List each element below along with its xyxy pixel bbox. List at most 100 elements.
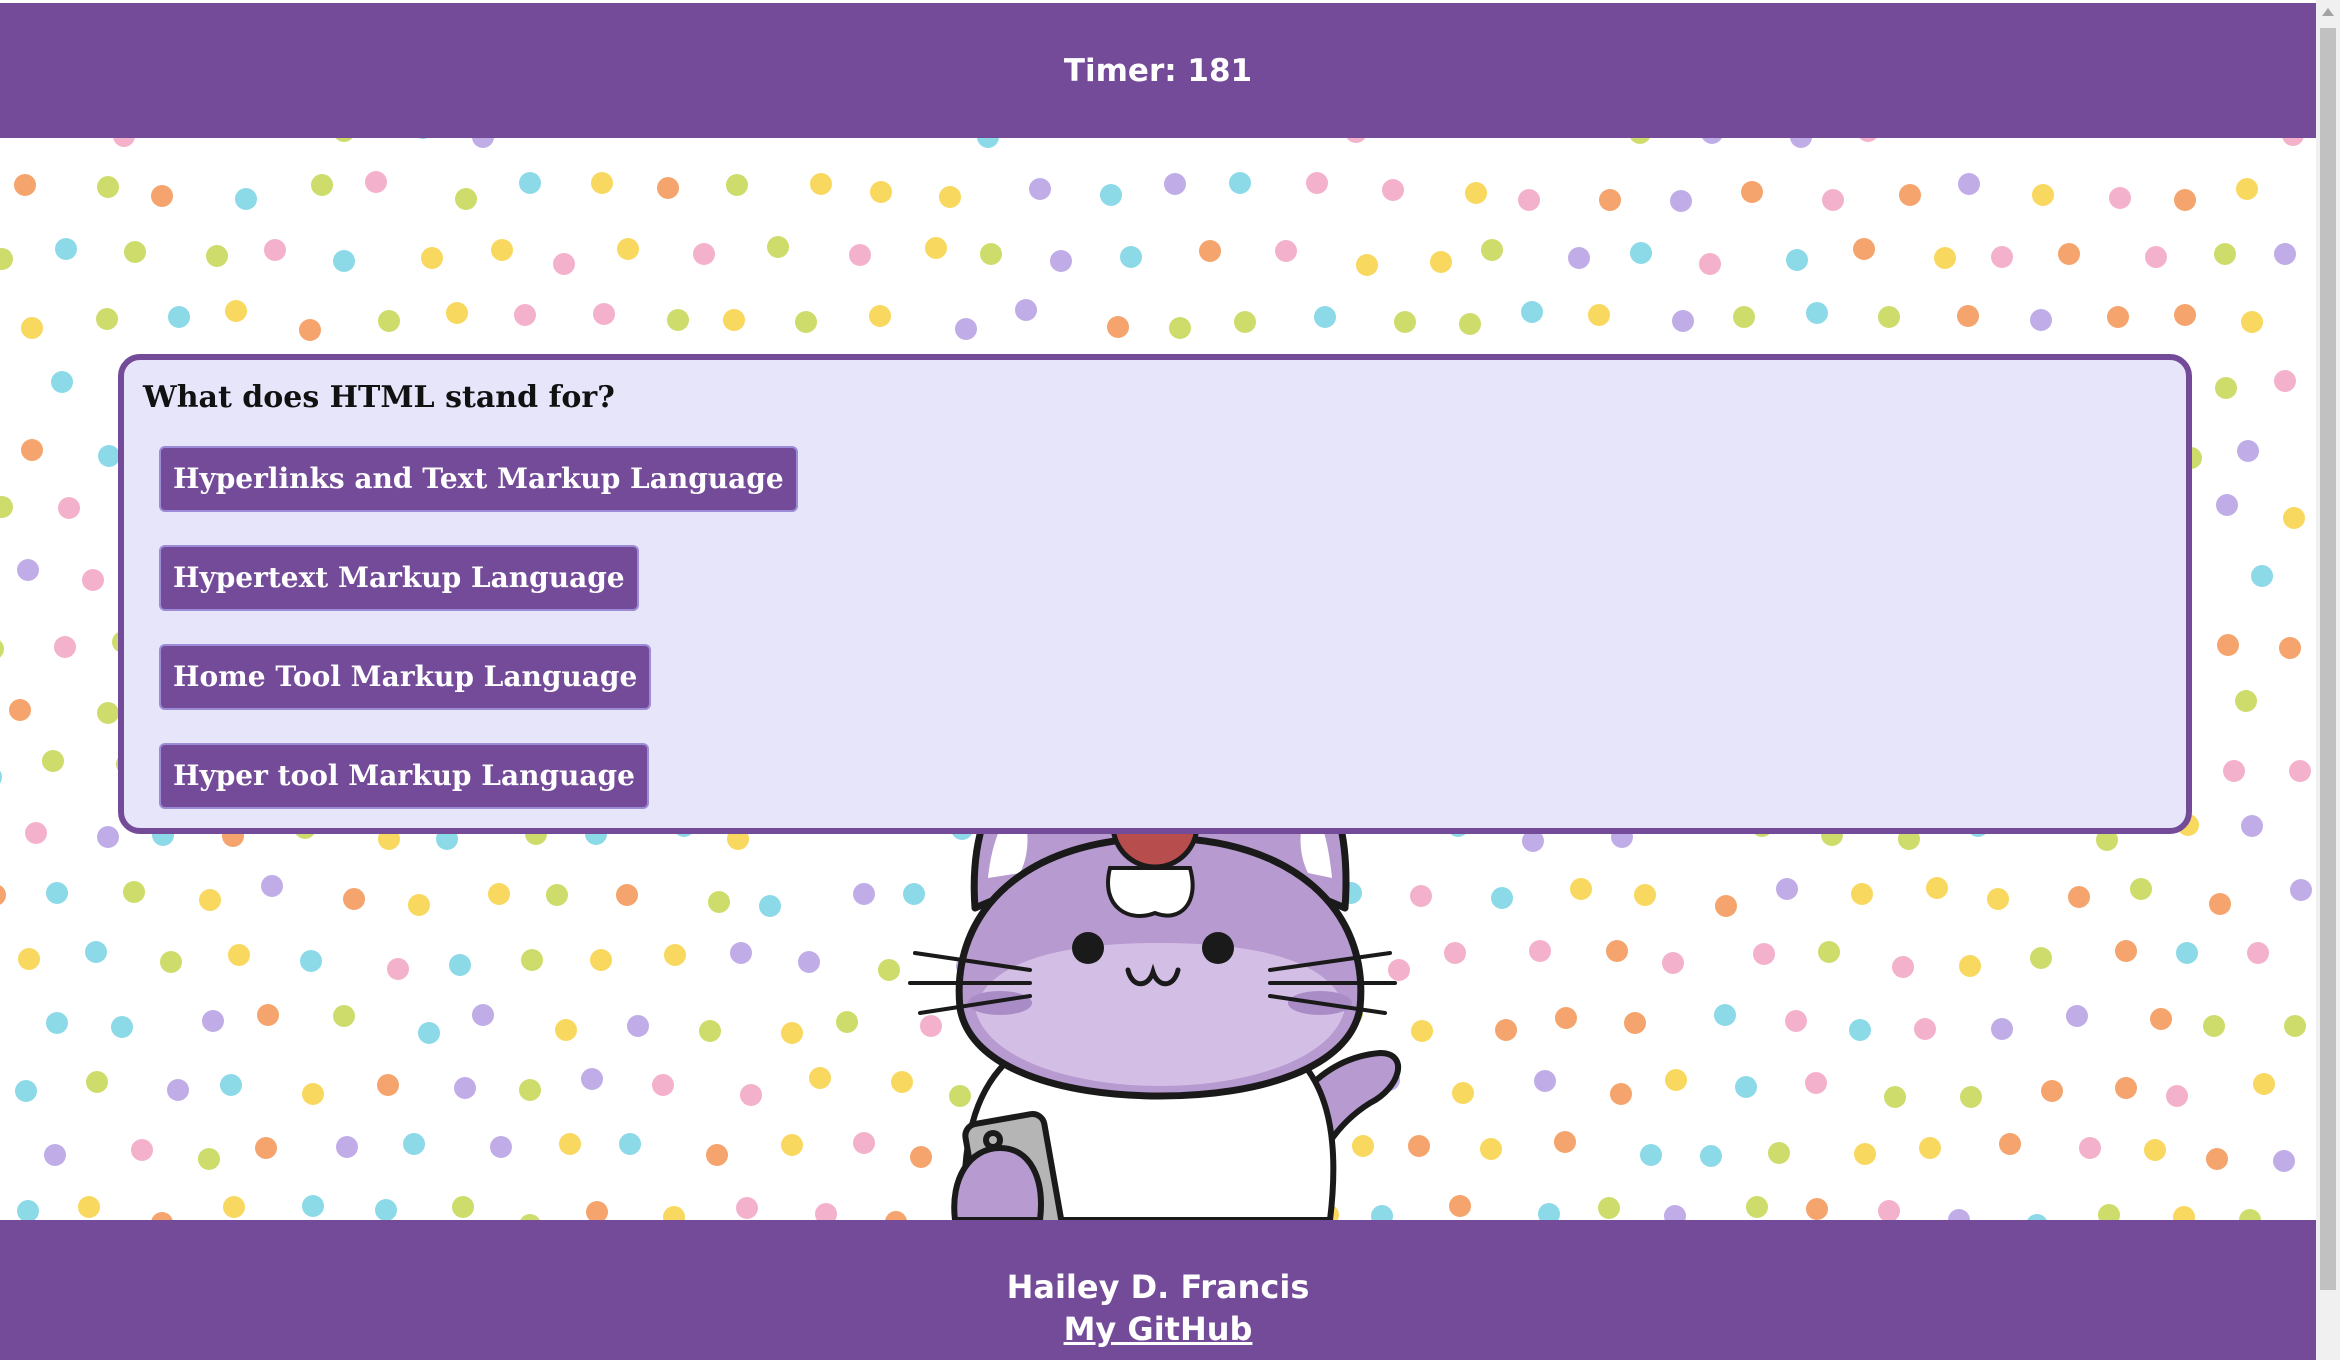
question-text: What does HTML stand for? <box>143 380 615 415</box>
polka-dot <box>1444 942 1466 964</box>
polka-dot <box>2030 947 2052 969</box>
polka-dot <box>377 1074 399 1096</box>
timer: Timer: 181 <box>1063 52 1253 89</box>
polka-dot <box>553 253 575 275</box>
answer-button-3[interactable]: Home Tool Markup Language <box>159 644 652 710</box>
scroll-thumb[interactable] <box>2320 28 2336 1290</box>
polka-dot <box>1790 138 1812 148</box>
polka-dot <box>168 306 190 328</box>
polka-dot <box>2174 189 2196 211</box>
polka-dot <box>235 188 257 210</box>
polka-dot <box>454 1077 476 1099</box>
polka-dot <box>0 885 6 905</box>
polka-dot <box>1670 190 1692 212</box>
polka-dot <box>706 1144 728 1166</box>
polka-dot <box>1805 1072 1827 1094</box>
polka-dot <box>264 239 286 261</box>
polka-dot <box>2144 1139 2166 1161</box>
polka-dot <box>1164 173 1186 195</box>
polka-dot <box>15 1080 37 1102</box>
polka-dot <box>78 1196 100 1218</box>
polka-dot <box>849 244 871 266</box>
polka-dot <box>223 1196 245 1218</box>
polka-dot <box>693 243 715 265</box>
polka-dot <box>2251 565 2273 587</box>
polka-dot <box>160 951 182 973</box>
github-link[interactable]: My GitHub <box>1064 1310 1253 1348</box>
polka-dot <box>1610 1083 1632 1105</box>
polka-dot <box>1634 884 1656 906</box>
polka-dot <box>311 174 333 196</box>
polka-dot <box>21 317 43 339</box>
polka-dot <box>225 300 247 322</box>
polka-dot <box>1662 952 1684 974</box>
scroll-up-arrow-icon[interactable] <box>2322 8 2334 16</box>
polka-dot <box>1699 253 1721 275</box>
answer-button-2[interactable]: Hypertext Markup Language <box>159 545 639 611</box>
polka-dot <box>1029 178 1051 200</box>
polka-dot <box>17 559 39 581</box>
polka-dot <box>2237 440 2259 462</box>
polka-dot <box>2223 760 2245 782</box>
polka-dot <box>809 1067 831 1089</box>
polka-dot <box>44 1144 66 1166</box>
quiz-page: Timer: 181 What does HTML stand for? Hyp… <box>0 0 2340 1360</box>
polka-dot <box>2236 178 2258 200</box>
polka-dot <box>1640 1144 1662 1166</box>
polka-dot <box>1822 189 1844 211</box>
polka-dot <box>955 318 977 340</box>
polka-dot <box>333 250 355 272</box>
polka-dot <box>131 1139 153 1161</box>
polka-dot <box>1169 317 1191 339</box>
polka-dot <box>1735 1076 1757 1098</box>
polka-dot <box>46 882 68 904</box>
polka-dot <box>1275 240 1297 262</box>
polka-dot <box>723 309 745 331</box>
polka-dot <box>781 1134 803 1156</box>
polka-dot <box>870 181 892 203</box>
polka-dot <box>408 894 430 916</box>
polka-dot <box>1919 1137 1941 1159</box>
polka-dot <box>2241 311 2263 333</box>
polka-dot <box>1818 941 1840 963</box>
polka-dot <box>333 1005 355 1027</box>
polka-dot <box>519 172 541 194</box>
polka-dot <box>1926 877 1948 899</box>
polka-dot <box>96 308 118 330</box>
polka-dot <box>1100 184 1122 206</box>
polka-dot <box>1753 943 1775 965</box>
polka-dot <box>97 826 119 848</box>
footer-bar: Hailey D. Francis My GitHub <box>0 1220 2316 1360</box>
polka-dot <box>1878 1200 1900 1220</box>
polka-dot <box>472 138 494 148</box>
polka-dot <box>1934 247 1956 269</box>
polka-dot <box>1859 138 1877 142</box>
polka-dot <box>559 1133 581 1155</box>
polka-dot <box>795 311 817 333</box>
header-bar: Timer: 181 <box>0 3 2316 138</box>
polka-dot <box>664 944 686 966</box>
polka-dot <box>1606 940 1628 962</box>
answer-button-1[interactable]: Hyperlinks and Text Markup Language <box>159 446 798 512</box>
polka-dot <box>2079 1137 2101 1159</box>
polka-dot <box>2130 878 2152 900</box>
polka-dot <box>2282 138 2304 146</box>
polka-dot <box>581 1068 603 1090</box>
polka-dot <box>452 1196 474 1218</box>
polka-dot <box>514 304 536 326</box>
polka-dot <box>663 1206 685 1220</box>
polka-dot <box>1785 1010 1807 1032</box>
answer-button-4[interactable]: Hyper tool Markup Language <box>159 743 649 809</box>
polka-dot <box>2107 306 2129 328</box>
polka-dot <box>730 942 752 964</box>
polka-dot <box>2283 507 2305 529</box>
polka-dot <box>781 1022 803 1044</box>
polka-dot <box>1957 305 1979 327</box>
polka-dot <box>0 248 13 270</box>
polka-dot <box>657 177 679 199</box>
polka-dot <box>1672 310 1694 332</box>
polka-dot <box>336 1136 358 1158</box>
polka-dot <box>387 958 409 980</box>
polka-dot <box>1459 313 1481 335</box>
vertical-scrollbar[interactable] <box>2316 0 2340 1360</box>
